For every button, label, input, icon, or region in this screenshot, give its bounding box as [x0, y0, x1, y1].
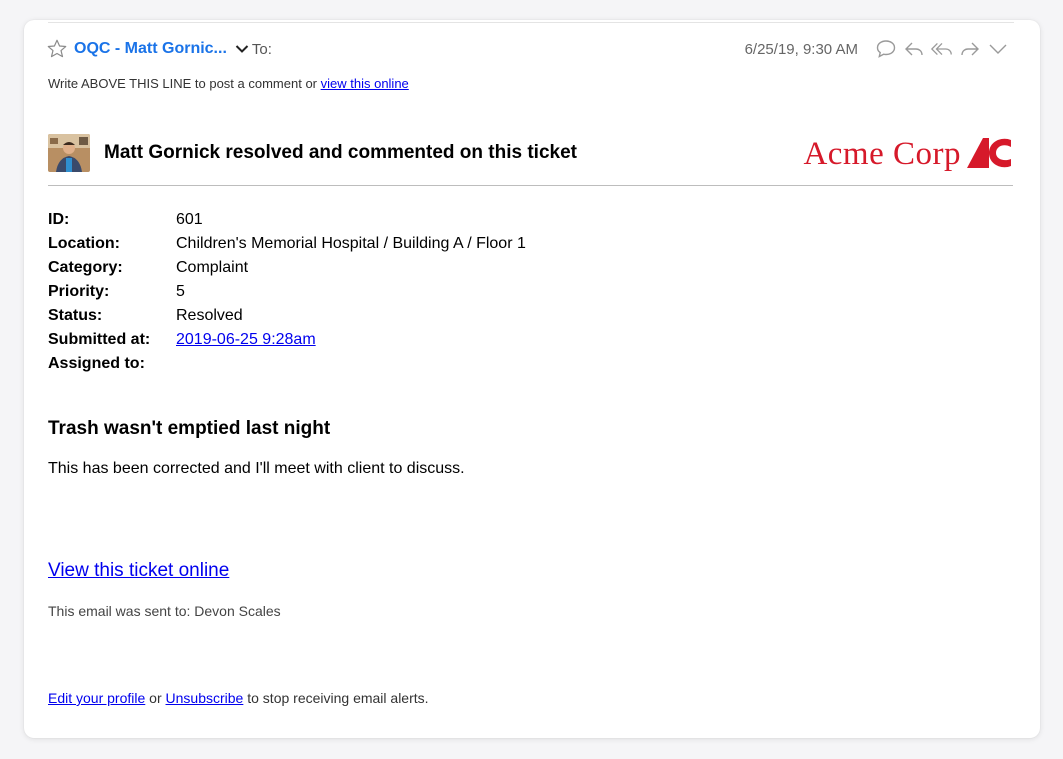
detail-label: Assigned to:	[48, 355, 145, 372]
detail-label: Status:	[48, 307, 103, 324]
detail-value: Resolved	[176, 307, 243, 324]
to-label: To:	[251, 40, 272, 58]
view-online-link[interactable]: view this online	[321, 76, 409, 91]
email-footer: Edit your profile or Unsubscribe to stop…	[48, 690, 429, 706]
chevron-down-icon[interactable]	[235, 44, 249, 54]
detail-row-status: Status: Resolved	[48, 304, 526, 328]
header-divider	[48, 185, 1013, 186]
detail-row-location: Location: Children's Memorial Hospital /…	[48, 232, 526, 256]
detail-row-priority: Priority: 5	[48, 280, 526, 304]
notification-header: Matt Gornick resolved and commented on t…	[48, 134, 1013, 186]
detail-label: Submitted at:	[48, 331, 151, 348]
detail-row-id: ID: 601	[48, 208, 526, 232]
ticket-subject: Trash wasn't emptied last night	[48, 418, 331, 439]
footer-rest-text: to stop receiving email alerts.	[243, 690, 429, 706]
email-card: OQC - Matt Gornic... To: 6/25/19, 9:30 A…	[24, 20, 1040, 738]
comment-bubble-icon[interactable]	[874, 38, 898, 60]
sender-name[interactable]: OQC - Matt Gornic...	[74, 40, 227, 58]
submitted-at-link[interactable]: 2019-06-25 9:28am	[176, 328, 316, 352]
reply-all-icon[interactable]	[930, 38, 954, 60]
detail-row-submitted: Submitted at: 2019-06-25 9:28am	[48, 328, 526, 352]
top-divider	[48, 22, 1014, 23]
reply-icon[interactable]	[902, 38, 926, 60]
detail-value: Complaint	[176, 259, 249, 276]
ticket-details: ID: 601 Location: Children's Memorial Ho…	[48, 208, 526, 376]
footer-or-text: or	[145, 690, 166, 706]
detail-label: Location:	[48, 235, 120, 252]
avatar	[48, 134, 90, 172]
mail-date: 6/25/19, 9:30 AM	[744, 40, 858, 58]
detail-row-assigned: Assigned to:	[48, 352, 526, 376]
mail-header: OQC - Matt Gornic... To: 6/25/19, 9:30 A…	[46, 36, 1010, 62]
sent-to-text: This email was sent to: Devon Scales	[48, 603, 281, 619]
more-chevron-icon[interactable]	[986, 38, 1010, 60]
view-ticket-link[interactable]: View this ticket online	[48, 560, 229, 582]
edit-profile-link[interactable]: Edit your profile	[48, 690, 145, 706]
forward-icon[interactable]	[958, 38, 982, 60]
comment-instruction: Write ABOVE THIS LINE to post a comment …	[48, 76, 409, 91]
notification-title: Matt Gornick resolved and commented on t…	[104, 142, 577, 163]
logo-text: Acme Corp	[803, 136, 961, 172]
detail-label: ID:	[48, 211, 70, 228]
logo-mark-icon	[965, 134, 1013, 175]
detail-value: Children's Memorial Hospital / Building …	[176, 235, 526, 252]
comment-instruction-text: Write ABOVE THIS LINE to post a comment …	[48, 76, 321, 91]
detail-value: 601	[176, 211, 203, 228]
star-icon[interactable]	[46, 38, 68, 60]
company-logo: Acme Corp	[803, 134, 1013, 175]
unsubscribe-link[interactable]: Unsubscribe	[166, 690, 244, 706]
detail-label: Category:	[48, 259, 123, 276]
detail-label: Priority:	[48, 283, 110, 300]
detail-value: 5	[176, 283, 185, 300]
ticket-comment: This has been corrected and I'll meet wi…	[48, 460, 465, 477]
detail-row-category: Category: Complaint	[48, 256, 526, 280]
